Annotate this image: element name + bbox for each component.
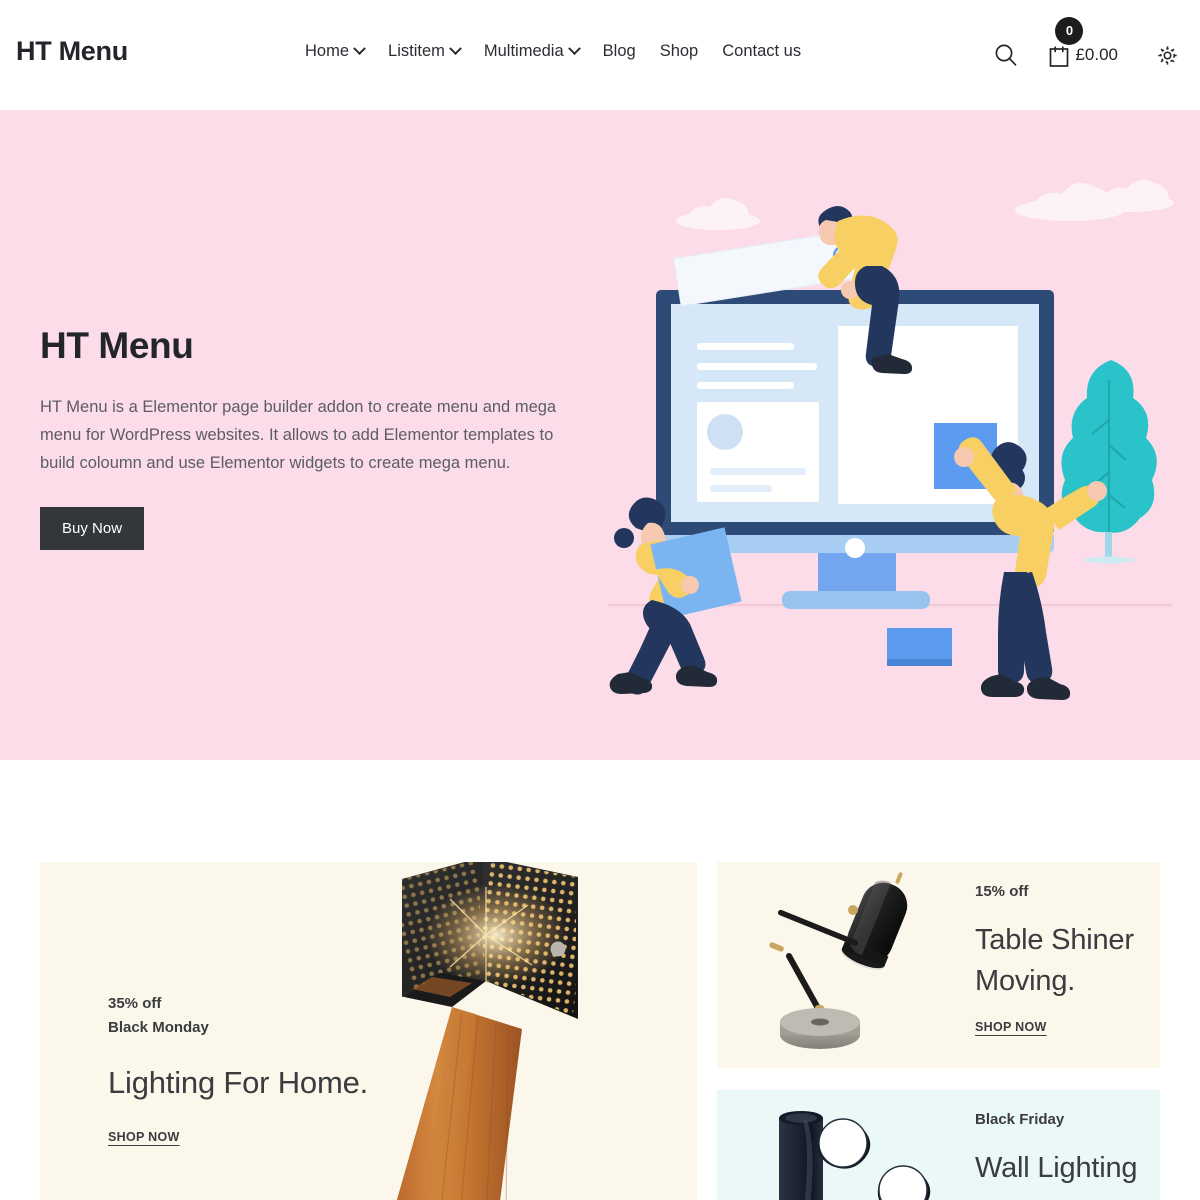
cart-icon — [1050, 45, 1069, 67]
promo-section: 35% off Black Monday Lighting For Home. … — [0, 760, 1200, 1200]
tree-graphic — [1061, 360, 1157, 564]
promo-card-wall-lighting[interactable]: Black Friday Wall Lighting — [717, 1090, 1160, 1200]
nav-label: Listitem — [388, 42, 445, 60]
promo-card-table-shiner[interactable]: 15% off Table Shiner Moving. SHOP NOW — [717, 862, 1160, 1068]
nav-label: Home — [305, 42, 350, 60]
site-header: HT Menu Home Listitem Multimedia Blog Sh… — [0, 0, 1200, 110]
promo-card-br-copy: Black Friday Wall Lighting — [975, 1108, 1138, 1189]
header-actions: 0 £0.00 — [982, 0, 1186, 110]
gear-icon — [1157, 45, 1177, 65]
promo-event: Black Monday — [108, 1019, 209, 1036]
buy-now-button[interactable]: Buy Now — [40, 507, 145, 550]
hero-section: HT Menu HT Menu is a Elementor page buil… — [0, 110, 1200, 760]
cloud-shapes — [676, 180, 1174, 230]
settings-button[interactable] — [1148, 43, 1186, 68]
hero-title: HT Menu — [40, 325, 194, 366]
promo-card-tr-copy: 15% off Table Shiner Moving. SHOP NOW — [975, 880, 1160, 1036]
promo-event: Black Friday — [975, 1111, 1065, 1128]
chevron-down-icon — [353, 42, 366, 56]
promo-discount: 15% off — [975, 883, 1029, 900]
blue-box-graphic — [887, 628, 952, 666]
chevron-down-icon — [567, 42, 581, 56]
promo-discount: 35% off — [108, 995, 162, 1012]
promo-card-big-copy: 35% off Black Monday Lighting For Home. … — [108, 992, 368, 1146]
nav-item-listitem[interactable]: Listitem — [376, 42, 472, 61]
shop-now-link[interactable]: SHOP NOW — [108, 1130, 180, 1144]
nav-label: Contact us — [722, 42, 802, 60]
promo-title: Lighting For Home. — [108, 1065, 369, 1100]
nav-item-contact-us[interactable]: Contact us — [710, 42, 813, 61]
promo-card-lighting-for-home[interactable]: 35% off Black Monday Lighting For Home. … — [40, 862, 697, 1200]
nav-item-blog[interactable]: Blog — [591, 42, 648, 61]
search-icon — [996, 44, 1017, 66]
cart-button[interactable]: 0 £0.00 — [1048, 16, 1118, 68]
nav-item-multimedia[interactable]: Multimedia — [472, 42, 591, 61]
hero-description: HT Menu is a Elementor page builder addo… — [40, 398, 557, 472]
promo-grid: 35% off Black Monday Lighting For Home. … — [40, 862, 1160, 1200]
cart-count-badge: 0 — [1055, 16, 1084, 45]
nav-item-home[interactable]: Home — [305, 42, 376, 61]
nav-label: Blog — [602, 42, 636, 60]
site-logo[interactable]: HT Menu — [16, 36, 128, 67]
hero-text-block: HT Menu HT Menu is a Elementor page buil… — [40, 325, 600, 550]
nav-item-shop[interactable]: Shop — [648, 42, 711, 61]
nav-label: Shop — [659, 42, 699, 60]
black-desk-lamp-image — [769, 872, 908, 1049]
main-navigation: Home Listitem Multimedia Blog Shop Conta… — [305, 42, 813, 61]
cylinder-wall-lights-image — [779, 1111, 931, 1200]
promo-title: Wall Lighting — [975, 1152, 1138, 1184]
shop-now-link[interactable]: SHOP NOW — [975, 1020, 1047, 1034]
promo-title: Table Shiner Moving. — [975, 924, 1134, 997]
chevron-down-icon — [449, 42, 462, 56]
hero-illustration — [608, 180, 1174, 700]
search-button[interactable] — [982, 42, 1030, 68]
cart-total: £0.00 — [1075, 45, 1118, 64]
nav-label: Multimedia — [483, 42, 564, 60]
